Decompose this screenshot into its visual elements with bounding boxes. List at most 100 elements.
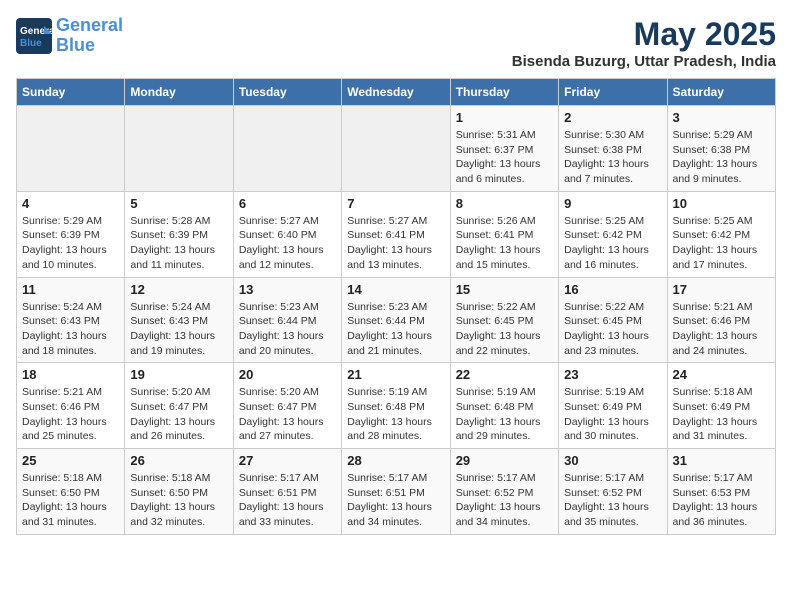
- day-info: Sunrise: 5:30 AM Sunset: 6:38 PM Dayligh…: [564, 128, 661, 187]
- day-info: Sunrise: 5:22 AM Sunset: 6:45 PM Dayligh…: [456, 300, 553, 359]
- svg-text:Blue: Blue: [20, 38, 42, 49]
- day-info: Sunrise: 5:18 AM Sunset: 6:50 PM Dayligh…: [130, 471, 227, 530]
- calendar-cell: 12Sunrise: 5:24 AM Sunset: 6:43 PM Dayli…: [125, 277, 233, 363]
- calendar-cell: 19 Sunrise: 5:20 AM Sunset: 6:47 PM Dayli…: [125, 363, 233, 449]
- calendar-cell: [17, 106, 125, 192]
- day-number: 29: [456, 453, 553, 468]
- calendar-cell: 14Sunrise: 5:23 AM Sunset: 6:44 PM Dayli…: [342, 277, 450, 363]
- day-number: 6: [239, 196, 336, 211]
- day-info: Sunrise: 5:28 AM Sunset: 6:39 PM Dayligh…: [130, 214, 227, 273]
- calendar-subtitle: Bisenda Buzurg, Uttar Pradesh, India: [512, 53, 776, 70]
- day-info: Sunrise: 5:27 AM Sunset: 6:40 PM Dayligh…: [239, 214, 336, 273]
- day-number: 22: [456, 367, 553, 382]
- calendar-cell: 7 Sunrise: 5:27 AM Sunset: 6:41 PM Daylig…: [342, 191, 450, 277]
- calendar-cell: 8 Sunrise: 5:26 AM Sunset: 6:41 PM Daylig…: [450, 191, 558, 277]
- day-info: Sunrise: 5:23 AM Sunset: 6:44 PM Dayligh…: [239, 300, 336, 359]
- calendar-cell: 16 Sunrise: 5:22 AM Sunset: 6:45 PM Dayli…: [559, 277, 667, 363]
- day-number: 9: [564, 196, 661, 211]
- day-info: Sunrise: 5:25 AM Sunset: 6:42 PM Dayligh…: [564, 214, 661, 273]
- day-number: 15: [456, 282, 553, 297]
- day-number: 2: [564, 110, 661, 125]
- day-info: Sunrise: 5:19 AM Sunset: 6:48 PM Dayligh…: [456, 385, 553, 444]
- day-info: Sunrise: 5:27 AM Sunset: 6:41 PM Dayligh…: [347, 214, 444, 273]
- calendar-cell: 1 Sunrise: 5:31 AM Sunset: 6:37 PM Daylig…: [450, 106, 558, 192]
- calendar-week-3: 11Sunrise: 5:24 AM Sunset: 6:43 PM Dayli…: [17, 277, 776, 363]
- calendar-cell: 31 Sunrise: 5:17 AM Sunset: 6:53 PM Dayli…: [667, 449, 775, 535]
- day-number: 28: [347, 453, 444, 468]
- calendar-cell: [342, 106, 450, 192]
- calendar-cell: 17 Sunrise: 5:21 AM Sunset: 6:46 PM Dayli…: [667, 277, 775, 363]
- day-number: 17: [673, 282, 770, 297]
- logo-line1: General: [56, 15, 123, 35]
- calendar-cell: 4 Sunrise: 5:29 AM Sunset: 6:39 PM Daylig…: [17, 191, 125, 277]
- day-info: Sunrise: 5:22 AM Sunset: 6:45 PM Dayligh…: [564, 300, 661, 359]
- day-info: Sunrise: 5:17 AM Sunset: 6:53 PM Dayligh…: [673, 471, 770, 530]
- day-number: 26: [130, 453, 227, 468]
- day-number: 31: [673, 453, 770, 468]
- calendar-cell: 3 Sunrise: 5:29 AM Sunset: 6:38 PM Daylig…: [667, 106, 775, 192]
- day-number: 7: [347, 196, 444, 211]
- day-info: Sunrise: 5:21 AM Sunset: 6:46 PM Dayligh…: [22, 385, 119, 444]
- day-number: 14: [347, 282, 444, 297]
- calendar-cell: 26 Sunrise: 5:18 AM Sunset: 6:50 PM Dayli…: [125, 449, 233, 535]
- day-number: 20: [239, 367, 336, 382]
- calendar-cell: 18 Sunrise: 5:21 AM Sunset: 6:46 PM Dayli…: [17, 363, 125, 449]
- calendar-cell: 2 Sunrise: 5:30 AM Sunset: 6:38 PM Daylig…: [559, 106, 667, 192]
- header-wednesday: Wednesday: [342, 79, 450, 106]
- day-number: 10: [673, 196, 770, 211]
- day-info: Sunrise: 5:25 AM Sunset: 6:42 PM Dayligh…: [673, 214, 770, 273]
- day-number: 11: [22, 282, 119, 297]
- calendar-week-1: 1 Sunrise: 5:31 AM Sunset: 6:37 PM Daylig…: [17, 106, 776, 192]
- calendar-cell: 25 Sunrise: 5:18 AM Sunset: 6:50 PM Dayli…: [17, 449, 125, 535]
- day-number: 19: [130, 367, 227, 382]
- day-info: Sunrise: 5:18 AM Sunset: 6:50 PM Dayligh…: [22, 471, 119, 530]
- day-info: Sunrise: 5:17 AM Sunset: 6:51 PM Dayligh…: [347, 471, 444, 530]
- calendar-cell: 5 Sunrise: 5:28 AM Sunset: 6:39 PM Daylig…: [125, 191, 233, 277]
- logo: General Blue General Blue: [16, 16, 123, 56]
- day-info: Sunrise: 5:31 AM Sunset: 6:37 PM Dayligh…: [456, 128, 553, 187]
- day-info: Sunrise: 5:17 AM Sunset: 6:51 PM Dayligh…: [239, 471, 336, 530]
- day-number: 16: [564, 282, 661, 297]
- calendar-cell: 30Sunrise: 5:17 AM Sunset: 6:52 PM Dayli…: [559, 449, 667, 535]
- day-number: 24: [673, 367, 770, 382]
- day-number: 25: [22, 453, 119, 468]
- calendar-table: SundayMondayTuesdayWednesdayThursdayFrid…: [16, 78, 776, 535]
- calendar-header-row: SundayMondayTuesdayWednesdayThursdayFrid…: [17, 79, 776, 106]
- calendar-cell: 9 Sunrise: 5:25 AM Sunset: 6:42 PM Daylig…: [559, 191, 667, 277]
- day-number: 21: [347, 367, 444, 382]
- header-thursday: Thursday: [450, 79, 558, 106]
- day-info: Sunrise: 5:19 AM Sunset: 6:49 PM Dayligh…: [564, 385, 661, 444]
- day-number: 8: [456, 196, 553, 211]
- day-info: Sunrise: 5:17 AM Sunset: 6:52 PM Dayligh…: [564, 471, 661, 530]
- calendar-cell: 11Sunrise: 5:24 AM Sunset: 6:43 PM Dayli…: [17, 277, 125, 363]
- calendar-cell: 21Sunrise: 5:19 AM Sunset: 6:48 PM Dayli…: [342, 363, 450, 449]
- calendar-cell: 23Sunrise: 5:19 AM Sunset: 6:49 PM Dayli…: [559, 363, 667, 449]
- day-number: 1: [456, 110, 553, 125]
- day-info: Sunrise: 5:29 AM Sunset: 6:39 PM Dayligh…: [22, 214, 119, 273]
- calendar-cell: 29Sunrise: 5:17 AM Sunset: 6:52 PM Dayli…: [450, 449, 558, 535]
- day-number: 3: [673, 110, 770, 125]
- calendar-cell: 22 Sunrise: 5:19 AM Sunset: 6:48 PM Dayli…: [450, 363, 558, 449]
- calendar-week-5: 25 Sunrise: 5:18 AM Sunset: 6:50 PM Dayli…: [17, 449, 776, 535]
- logo-line2: Blue: [56, 35, 95, 55]
- logo-text: General Blue: [56, 16, 123, 56]
- day-info: Sunrise: 5:29 AM Sunset: 6:38 PM Dayligh…: [673, 128, 770, 187]
- calendar-cell: 10 Sunrise: 5:25 AM Sunset: 6:42 PM Dayli…: [667, 191, 775, 277]
- calendar-cell: 20 Sunrise: 5:20 AM Sunset: 6:47 PM Dayli…: [233, 363, 341, 449]
- day-info: Sunrise: 5:20 AM Sunset: 6:47 PM Dayligh…: [239, 385, 336, 444]
- header-sunday: Sunday: [17, 79, 125, 106]
- day-number: 13: [239, 282, 336, 297]
- day-number: 18: [22, 367, 119, 382]
- calendar-cell: 28 Sunrise: 5:17 AM Sunset: 6:51 PM Dayli…: [342, 449, 450, 535]
- day-info: Sunrise: 5:20 AM Sunset: 6:47 PM Dayligh…: [130, 385, 227, 444]
- day-number: 27: [239, 453, 336, 468]
- day-number: 5: [130, 196, 227, 211]
- day-info: Sunrise: 5:18 AM Sunset: 6:49 PM Dayligh…: [673, 385, 770, 444]
- calendar-cell: 27 Sunrise: 5:17 AM Sunset: 6:51 PM Dayli…: [233, 449, 341, 535]
- calendar-cell: 24 Sunrise: 5:18 AM Sunset: 6:49 PM Dayli…: [667, 363, 775, 449]
- day-info: Sunrise: 5:21 AM Sunset: 6:46 PM Dayligh…: [673, 300, 770, 359]
- header-friday: Friday: [559, 79, 667, 106]
- calendar-cell: 6 Sunrise: 5:27 AM Sunset: 6:40 PM Daylig…: [233, 191, 341, 277]
- day-info: Sunrise: 5:26 AM Sunset: 6:41 PM Dayligh…: [456, 214, 553, 273]
- day-number: 4: [22, 196, 119, 211]
